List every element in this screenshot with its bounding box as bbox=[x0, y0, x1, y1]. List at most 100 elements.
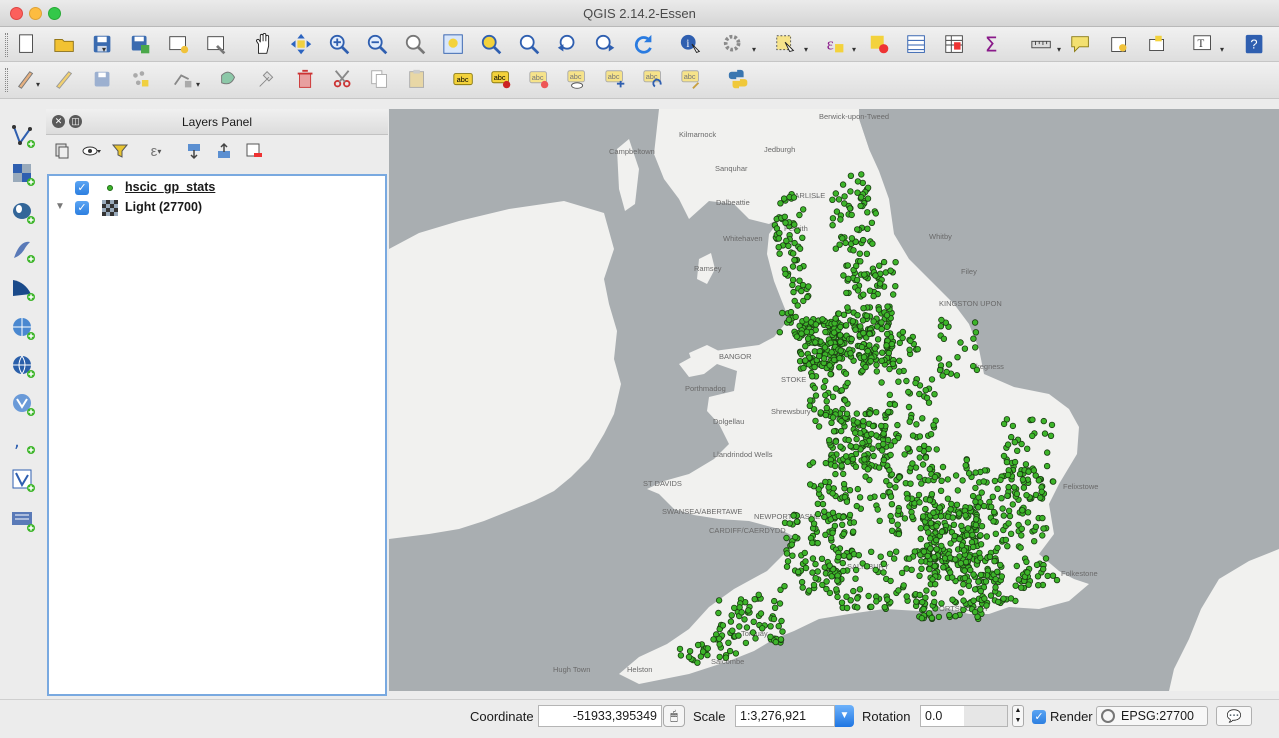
render-checkbox[interactable]: ✓ bbox=[1032, 710, 1046, 724]
add-wcs-layer-icon[interactable] bbox=[8, 351, 38, 381]
open-project-icon[interactable] bbox=[51, 31, 79, 59]
help-icon[interactable]: ? bbox=[1241, 31, 1269, 59]
toolbar-grip[interactable] bbox=[5, 68, 8, 92]
float-panel-icon[interactable]: ◫ bbox=[69, 115, 82, 128]
add-group-icon[interactable] bbox=[50, 140, 74, 162]
map-tips-icon[interactable] bbox=[1067, 31, 1095, 59]
add-wms-layer-icon[interactable] bbox=[8, 313, 38, 343]
new-shapefile-icon[interactable] bbox=[8, 465, 38, 495]
expand-all-icon[interactable] bbox=[182, 140, 206, 162]
dropdown-caret-icon[interactable]: ▾ bbox=[852, 45, 856, 54]
dropdown-caret-icon[interactable]: ▾ bbox=[1057, 45, 1061, 54]
change-label-icon[interactable]: abc bbox=[678, 66, 706, 94]
zoom-to-layer-icon[interactable] bbox=[516, 31, 544, 59]
add-virtual-layer-icon[interactable] bbox=[8, 505, 38, 535]
add-mssql-layer-icon[interactable] bbox=[8, 274, 38, 304]
refresh-icon[interactable] bbox=[630, 31, 658, 59]
python-console-icon[interactable] bbox=[725, 66, 753, 94]
actions-icon[interactable] bbox=[720, 31, 748, 59]
select-by-expression-icon[interactable]: ε bbox=[822, 31, 850, 59]
rotation-stepper[interactable]: ▲ ▼ bbox=[1012, 705, 1024, 727]
manage-visibility-icon[interactable] bbox=[80, 140, 104, 162]
layer-tree[interactable]: ✓ hscic_gp_stats ▼ ✓ Light (27700) bbox=[47, 174, 387, 696]
toggle-editing-icon[interactable] bbox=[51, 66, 79, 94]
show-bookmarks-icon[interactable] bbox=[1144, 31, 1172, 59]
highlight-pinned-labels-icon[interactable]: abc bbox=[526, 66, 554, 94]
statistics-sum-icon[interactable]: Σ bbox=[979, 31, 1007, 59]
add-vector-layer-icon[interactable] bbox=[8, 121, 38, 151]
show-hide-labels-icon[interactable]: abc bbox=[564, 66, 592, 94]
close-panel-icon[interactable]: ✕ bbox=[52, 115, 65, 128]
add-spatialite-layer-icon[interactable] bbox=[8, 236, 38, 266]
gp-point bbox=[759, 625, 766, 632]
pin-labels-icon[interactable]: abc bbox=[488, 66, 516, 94]
maximize-window-button[interactable] bbox=[48, 7, 61, 20]
map-canvas[interactable]: Berwick-upon-Tweed Kilmarnock Jedburgh Camp… bbox=[389, 109, 1279, 691]
pan-to-selection-icon[interactable] bbox=[288, 31, 316, 59]
zoom-last-icon[interactable] bbox=[554, 31, 582, 59]
dropdown-caret-icon[interactable]: ▾ bbox=[196, 80, 200, 89]
dropdown-caret-icon[interactable]: ▾ bbox=[804, 45, 808, 54]
dropdown-caret-icon[interactable]: ▾ bbox=[36, 80, 40, 89]
label-tool-icon[interactable]: abc bbox=[450, 66, 478, 94]
dropdown-caret-icon[interactable]: ▾ bbox=[1220, 45, 1224, 54]
coordinate-field[interactable]: -51933,395349 bbox=[538, 705, 662, 727]
scale-dropdown-button[interactable]: ▼ bbox=[835, 705, 854, 727]
deselect-all-icon[interactable] bbox=[866, 31, 894, 59]
copy-features-icon[interactable] bbox=[366, 66, 394, 94]
gp-point bbox=[829, 509, 837, 516]
rotation-field[interactable]: 0.0 bbox=[920, 705, 1008, 727]
add-raster-layer-icon[interactable] bbox=[8, 159, 38, 189]
filter-by-expression-icon[interactable]: ε ▾ bbox=[144, 140, 168, 162]
new-print-composer-icon[interactable] bbox=[165, 31, 193, 59]
select-features-icon[interactable] bbox=[772, 31, 800, 59]
add-delimited-text-icon[interactable]: , bbox=[8, 427, 38, 457]
new-bookmark-icon[interactable] bbox=[1106, 31, 1134, 59]
rotate-label-icon[interactable]: abc bbox=[640, 66, 668, 94]
filter-legend-icon[interactable] bbox=[108, 140, 132, 162]
crs-status-button[interactable]: EPSG:27700 bbox=[1096, 706, 1208, 726]
toggle-extents-icon[interactable]: 🖱 bbox=[663, 705, 685, 727]
scale-field[interactable]: 1:3,276,921 bbox=[735, 705, 835, 727]
gp-point bbox=[1024, 445, 1031, 452]
save-as-icon[interactable] bbox=[127, 31, 155, 59]
layer-visibility-checkbox[interactable]: ✓ bbox=[75, 201, 89, 215]
close-window-button[interactable] bbox=[10, 7, 23, 20]
zoom-next-icon[interactable] bbox=[592, 31, 620, 59]
remove-layer-icon[interactable] bbox=[242, 140, 266, 162]
collapse-all-icon[interactable] bbox=[212, 140, 236, 162]
move-label-icon[interactable]: abc bbox=[602, 66, 630, 94]
pan-map-icon[interactable] bbox=[250, 31, 278, 59]
zoom-out-icon[interactable] bbox=[364, 31, 392, 59]
layer-visibility-checkbox[interactable]: ✓ bbox=[75, 181, 89, 195]
move-feature-icon[interactable] bbox=[215, 66, 243, 94]
zoom-actual-size-icon[interactable] bbox=[402, 31, 430, 59]
new-project-icon[interactable] bbox=[13, 31, 41, 59]
node-tool-icon[interactable] bbox=[170, 66, 198, 94]
add-feature-icon[interactable] bbox=[127, 66, 155, 94]
add-wfs-layer-icon[interactable] bbox=[8, 389, 38, 419]
attribute-table-icon[interactable] bbox=[903, 31, 931, 59]
zoom-in-icon[interactable] bbox=[326, 31, 354, 59]
measure-line-icon[interactable] bbox=[1028, 31, 1056, 59]
layer-row-light-27700[interactable]: ▼ ✓ Light (27700) bbox=[49, 198, 385, 218]
layer-row-hscic-gp-stats[interactable]: ✓ hscic_gp_stats bbox=[49, 178, 385, 198]
node-edit-icon[interactable] bbox=[254, 66, 282, 94]
dropdown-caret-icon[interactable]: ▾ bbox=[102, 45, 106, 54]
add-postgis-layer-icon[interactable] bbox=[8, 197, 38, 227]
message-log-icon[interactable]: 💬 bbox=[1216, 706, 1252, 726]
composer-manager-icon[interactable] bbox=[203, 31, 231, 59]
text-annotation-icon[interactable]: T bbox=[1190, 31, 1218, 59]
zoom-to-selection-icon[interactable] bbox=[478, 31, 506, 59]
delete-selected-icon[interactable] bbox=[292, 66, 320, 94]
save-layer-edits-icon[interactable] bbox=[89, 66, 117, 94]
identify-features-icon[interactable]: i bbox=[677, 31, 705, 59]
field-calculator-icon[interactable] bbox=[941, 31, 969, 59]
toolbar-grip[interactable] bbox=[5, 33, 8, 57]
zoom-full-icon[interactable] bbox=[440, 31, 468, 59]
expand-triangle-icon[interactable]: ▼ bbox=[55, 201, 65, 212]
paste-features-icon[interactable] bbox=[404, 66, 432, 94]
cut-features-icon[interactable] bbox=[330, 66, 358, 94]
minimize-window-button[interactable] bbox=[29, 7, 42, 20]
dropdown-caret-icon[interactable]: ▾ bbox=[752, 45, 756, 54]
